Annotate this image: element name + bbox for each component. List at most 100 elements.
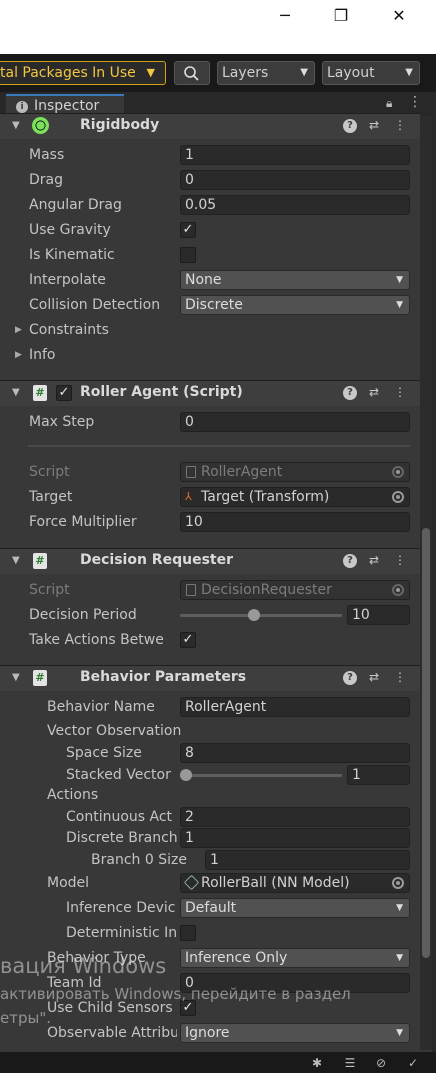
is-kinematic-label: Is Kinematic [29,247,115,263]
help-icon[interactable]: ? [343,119,357,133]
deterministic-inference-checkbox[interactable] [180,925,196,941]
model-label: Model [47,875,90,891]
search-icon [184,66,199,81]
packages-in-use-button[interactable]: tal Packages In Use ▼ [0,61,166,85]
kebab-menu-icon[interactable]: ⋮ [393,670,407,684]
preset-icon[interactable]: ⇄ [367,385,381,399]
preset-icon[interactable]: ⇄ [367,118,381,132]
max-step-field[interactable]: 0 [180,412,410,432]
inference-device-value: Default [185,900,237,916]
fold-arrow-icon[interactable]: ▼ [12,672,20,683]
object-picker-icon[interactable] [392,491,404,503]
layout-dropdown[interactable]: Layout ▼ [322,61,420,85]
tab-label: Inspector [34,98,100,114]
observable-attribute-dropdown[interactable]: Ignore ▼ [180,1023,410,1043]
use-child-sensors-label: Use Child Sensors [47,1000,173,1016]
constraints-label[interactable]: Constraints [29,322,109,338]
inference-device-dropdown[interactable]: Default ▼ [180,898,410,918]
team-id-field[interactable]: 0 [180,973,410,993]
behavior-name-label: Behavior Name [47,699,155,715]
transform-icon: ⅄ [185,490,192,503]
drag-field[interactable]: 0 [180,170,410,190]
maximize-button[interactable]: ❐ [312,0,370,30]
is-kinematic-checkbox[interactable] [180,247,196,263]
interpolate-value: None [185,272,222,288]
status-bar [0,1052,436,1073]
take-actions-checkbox[interactable]: ✓ [180,632,196,648]
search-button[interactable] [174,61,210,85]
discrete-branches-field[interactable]: 1 [180,828,410,848]
team-id-label: Team Id [47,975,102,991]
stacked-vectors-slider[interactable] [180,774,342,777]
continuous-actions-field[interactable]: 2 [180,807,410,827]
deterministic-inference-label: Deterministic In [66,925,178,941]
stacked-vectors-field[interactable]: 1 [347,765,410,785]
layers-stack-icon[interactable]: ☰ [342,1056,358,1070]
script-icon: # [33,670,47,686]
behavior-parameters-title: Behavior Parameters [80,669,247,685]
object-picker-icon[interactable] [392,877,404,889]
inference-device-label: Inference Devic [66,900,176,916]
behavior-parameters-header[interactable]: ▼ Behavior Parameters [0,665,420,691]
fold-arrow-icon[interactable]: ▼ [12,387,20,398]
space-size-field[interactable]: 8 [180,743,410,763]
help-icon[interactable]: ? [343,554,357,568]
kebab-menu-icon[interactable]: ⋮ [393,118,407,132]
kebab-menu-icon[interactable]: ⋮ [393,385,407,399]
use-gravity-label: Use Gravity [29,222,111,238]
preset-icon[interactable]: ⇄ [367,553,381,567]
preset-icon[interactable]: ⇄ [367,670,381,684]
script-icon: # [33,385,47,401]
script-icon: # [33,553,47,569]
collision-detection-dropdown[interactable]: Discrete ▼ [180,295,410,315]
script-value: DecisionRequester [201,582,332,598]
fold-arrow-icon[interactable]: ▼ [12,555,20,566]
model-field[interactable]: RollerBall (NN Model) [180,873,410,893]
use-gravity-checkbox[interactable]: ✓ [180,222,196,238]
fold-arrow-icon[interactable]: ▶ [15,350,22,360]
stacked-vectors-slider-thumb[interactable] [180,769,192,781]
decision-period-slider[interactable] [180,614,342,617]
decision-period-slider-thumb[interactable] [247,609,260,621]
check-circle-icon[interactable]: ✓ [405,1056,421,1070]
mass-field[interactable]: 1 [180,145,410,165]
layers-dropdown[interactable]: Layers ▼ [217,61,315,85]
branch-0-size-field[interactable]: 1 [205,850,410,870]
force-multiplier-field[interactable]: 10 [180,512,410,532]
target-field[interactable]: Target (Transform) [180,487,410,507]
fold-arrow-icon[interactable]: ▶ [15,325,22,335]
debug-off-icon[interactable]: ⊘ [373,1056,389,1070]
discrete-branches-label: Discrete Branch [66,830,178,846]
script-value: RollerAgent [201,464,283,480]
kebab-menu-icon[interactable]: ⋮ [408,94,422,110]
bug-icon[interactable]: ✱ [309,1056,325,1070]
scrollbar-thumb[interactable] [422,528,430,958]
help-icon[interactable]: ? [343,386,357,400]
roller-agent-enabled-checkbox[interactable]: ✓ [56,385,72,401]
decision-requester-header[interactable]: ▼ Decision Requester [0,548,420,574]
interpolate-dropdown[interactable]: None ▼ [180,270,410,290]
behavior-type-label: Behavior Type [47,950,146,966]
angular-drag-field[interactable]: 0.05 [180,195,410,215]
script-field: DecisionRequester [180,580,410,600]
behavior-name-field[interactable]: RollerAgent [180,697,410,717]
collision-detection-label: Collision Detection [29,297,161,313]
help-icon[interactable]: ? [343,671,357,685]
fold-arrow-icon[interactable]: ▼ [12,120,20,131]
close-button[interactable]: ✕ [370,0,428,30]
lock-icon[interactable]: 🔒︎ [386,96,392,111]
minimize-button[interactable]: ─ [256,0,314,30]
chevron-down-icon: ▼ [396,300,403,310]
behavior-type-dropdown[interactable]: Inference Only ▼ [180,948,410,968]
kebab-menu-icon[interactable]: ⋮ [393,553,407,567]
decision-period-field[interactable]: 10 [347,605,410,625]
info-icon: i [16,101,28,113]
branch-0-size-label: Branch 0 Size [91,852,187,868]
chevron-down-icon: ▼ [396,275,403,285]
use-child-sensors-checkbox[interactable]: ✓ [180,1000,196,1016]
rigidbody-header[interactable]: ▼ Rigidbody [0,113,420,139]
packages-label: tal Packages In Use [0,65,136,81]
info-label[interactable]: Info [29,347,56,363]
mass-label: Mass [29,147,65,163]
script-field: RollerAgent [180,462,410,482]
